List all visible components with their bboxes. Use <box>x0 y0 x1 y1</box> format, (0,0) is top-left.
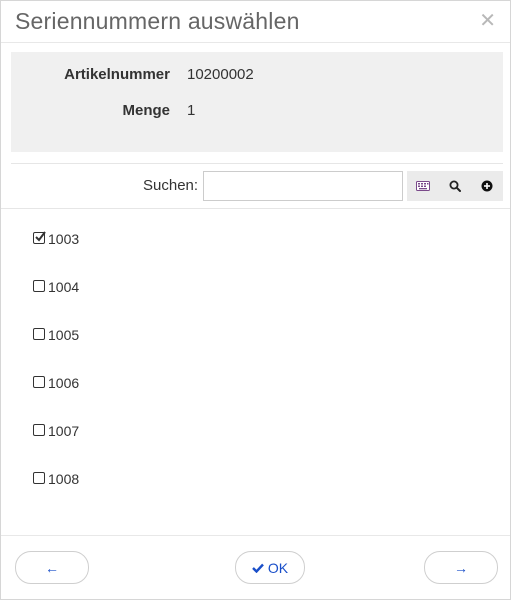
checkbox-icon[interactable] <box>33 375 45 388</box>
checkbox-icon[interactable] <box>33 423 45 436</box>
add-serial-button[interactable] <box>471 171 503 201</box>
checkbox-icon[interactable] <box>33 471 45 484</box>
divider <box>1 208 510 209</box>
plus-circle-icon <box>481 180 493 192</box>
checkbox-icon[interactable] <box>33 279 45 292</box>
serial-number-label: 1008 <box>48 470 80 487</box>
checkbox-checked-icon[interactable] <box>33 231 46 244</box>
serial-number-label: 1006 <box>48 374 80 391</box>
quantity-label: Menge <box>122 102 170 119</box>
article-number-label: Artikelnummer <box>64 66 170 83</box>
ok-button[interactable]: OK <box>235 551 305 584</box>
divider <box>11 163 503 164</box>
close-icon[interactable]: ✕ <box>479 11 496 31</box>
dialog-title: Seriennummern auswählen <box>15 8 300 34</box>
check-icon <box>252 563 264 573</box>
serial-item-1004[interactable]: 1004 <box>33 278 79 298</box>
ok-button-label: OK <box>267 559 289 576</box>
serial-item-1008[interactable]: 1008 <box>33 470 79 490</box>
serial-item-1006[interactable]: 1006 <box>33 374 79 394</box>
article-info-panel: Artikelnummer 10200002 Menge 1 <box>11 52 503 152</box>
serial-number-label: 1004 <box>48 278 80 295</box>
article-number-row: Artikelnummer 10200002 <box>11 66 503 86</box>
serial-item-1005[interactable]: 1005 <box>33 326 79 346</box>
search-input[interactable] <box>203 171 403 201</box>
article-number-value: 10200002 <box>187 66 254 83</box>
dialog-titlebar: Seriennummern auswählen ✕ <box>1 1 510 43</box>
quantity-value: 1 <box>187 102 196 119</box>
keyboard-icon <box>416 181 430 191</box>
serial-select-dialog: Seriennummern auswählen ✕ Artikelnummer … <box>0 0 511 600</box>
serial-number-label: 1007 <box>48 422 80 439</box>
quantity-row: Menge 1 <box>11 102 503 122</box>
serial-number-label: 1005 <box>48 326 80 343</box>
search-icon <box>449 180 461 192</box>
previous-button[interactable]: ← <box>15 551 89 584</box>
keyboard-button[interactable] <box>407 171 439 201</box>
checkbox-icon[interactable] <box>33 327 45 340</box>
serial-item-1007[interactable]: 1007 <box>33 422 79 442</box>
next-button[interactable]: → <box>424 551 498 584</box>
serial-number-label: 1003 <box>48 230 80 247</box>
serial-item-1003[interactable]: 1003 <box>33 230 79 250</box>
arrow-right-icon: → <box>454 559 468 576</box>
arrow-left-icon: ← <box>45 559 59 576</box>
search-button[interactable] <box>439 171 471 201</box>
dialog-footer: ← OK → <box>1 535 510 600</box>
search-label: Suchen: <box>143 177 199 194</box>
